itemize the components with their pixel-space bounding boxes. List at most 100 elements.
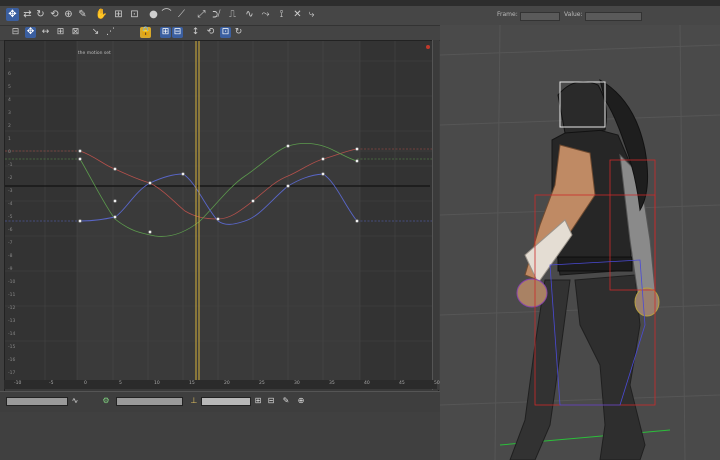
frame-input[interactable]: [6, 397, 68, 406]
isolate-curve-icon[interactable]: ⊡: [220, 27, 231, 38]
y-axis-label: -13: [8, 319, 16, 324]
show-tangents-icon[interactable]: ↘: [90, 27, 101, 38]
y-axis-label: 6: [8, 72, 11, 77]
y-axis-label: -3: [8, 189, 13, 194]
ruler-label: -5: [49, 381, 54, 386]
lock-selection-icon[interactable]: 🔒: [140, 27, 151, 38]
zoom-icon[interactable]: ⊞: [112, 8, 125, 21]
curve-area[interactable]: [5, 41, 438, 381]
y-axis-label: -4: [8, 202, 13, 207]
zoom-selected-icon[interactable]: ⊟: [266, 396, 276, 406]
zoom-view-icon[interactable]: ⊕: [296, 396, 306, 406]
snap-values-icon[interactable]: ⊟: [172, 27, 183, 38]
status-bar: ∿ ⚙ ⊥ ⊞ ⊟ ✎ ⊕: [0, 391, 440, 412]
frame-label: Frame:: [497, 11, 518, 18]
show-keys-icon[interactable]: ⋰: [105, 27, 116, 38]
ease-curve-icon[interactable]: ✕: [291, 8, 304, 21]
red-curve[interactable]: [79, 148, 358, 220]
zoom-extents-icon[interactable]: ⊞: [253, 396, 263, 406]
selection-dropdown[interactable]: [201, 397, 251, 406]
y-axis-label: 3: [8, 111, 11, 116]
auto-tangent-icon[interactable]: ⤳: [259, 8, 272, 21]
pan-icon[interactable]: ✋: [95, 8, 108, 21]
y-axis-label: 7: [8, 59, 11, 64]
ruler-label: 15: [189, 381, 195, 386]
scale-values-icon[interactable]: ⟲: [48, 8, 61, 21]
ruler-label: 0: [84, 381, 87, 386]
3d-viewport[interactable]: [440, 25, 720, 460]
slide-keys-icon[interactable]: ⇄: [21, 8, 34, 21]
zoom-region-icon[interactable]: ⊡: [128, 8, 141, 21]
value-label: Value:: [564, 11, 583, 18]
y-axis-label: -5: [8, 215, 13, 220]
curve-keys[interactable]: [78, 144, 359, 234]
y-axis-label: -16: [8, 358, 16, 363]
ruler-label: 45: [399, 381, 405, 386]
y-axis-label: -10: [8, 280, 16, 285]
curve-type-icon[interactable]: ∿: [70, 396, 80, 406]
smooth-tangent-icon[interactable]: ⌒: [160, 8, 173, 21]
move-keys-tool-icon[interactable]: ✥: [6, 8, 19, 21]
draw-curves-icon[interactable]: ✎: [76, 8, 89, 21]
y-axis-label: -14: [8, 332, 16, 337]
frame-selected-icon[interactable]: ⊠: [70, 27, 81, 38]
y-axis-label: 1: [8, 137, 11, 142]
normalize-icon[interactable]: ↕: [190, 27, 201, 38]
ruler-label: 35: [329, 381, 335, 386]
show-all-curves-icon[interactable]: ↻: [233, 27, 244, 38]
ruler-label: 40: [364, 381, 370, 386]
y-axis-label: -12: [8, 306, 16, 311]
y-axis-label: -17: [8, 371, 16, 376]
y-axis-label: 4: [8, 98, 11, 103]
pivot-icon[interactable]: ⊥: [189, 396, 199, 406]
green-curve[interactable]: [79, 142, 358, 237]
y-axis-label: -1: [8, 163, 13, 168]
y-axis-label: -15: [8, 345, 16, 350]
y-axis-label: -11: [8, 293, 16, 298]
frame-all-icon[interactable]: ⊞: [55, 27, 66, 38]
filter-icon[interactable]: ⊟: [10, 27, 21, 38]
y-axis-label: 0: [8, 150, 11, 155]
select-keys-icon[interactable]: ✥: [25, 27, 36, 38]
curve-editor-toolbar-secondary: ⊟ ✥ ↔ ⊞ ⊠ ↘ ⋰ 🔒 ⊞ ⊟ ↕ ⟲ ⊡ ↻: [0, 26, 440, 41]
y-axis-label: -6: [8, 228, 13, 233]
y-axis-label: 2: [8, 124, 11, 129]
y-axis-label: -7: [8, 241, 13, 246]
viewport-toolbar: Frame: Value:: [440, 6, 720, 25]
character-view: [440, 25, 720, 460]
linear-tangent-icon[interactable]: ⟋: [175, 8, 188, 21]
value-field[interactable]: [585, 12, 642, 21]
frame-field[interactable]: [520, 12, 560, 21]
key-tangent-icon[interactable]: ●: [147, 8, 160, 21]
fast-tangent-icon[interactable]: ⤢: [195, 8, 208, 21]
close-icon[interactable]: [426, 45, 430, 49]
lower-panel: [0, 412, 440, 460]
y-axis-label: -9: [8, 267, 13, 272]
ruler-label: 25: [259, 381, 265, 386]
ruler-label: 30: [294, 381, 300, 386]
y-axis-label: -8: [8, 254, 13, 259]
scale-keys-icon[interactable]: ↻: [34, 8, 47, 21]
snap-frames-icon[interactable]: ⊞: [160, 27, 171, 38]
y-axis-label: 5: [8, 85, 11, 90]
blue-curve[interactable]: [79, 173, 358, 225]
curve-graph[interactable]: Curve representation of the motion set: [4, 40, 439, 392]
ruler-label: 20: [224, 381, 230, 386]
time-ruler[interactable]: -10 -5 0 5 10 15 20 25 30 35 40 45 50: [4, 380, 440, 389]
zoom-horizontal-icon[interactable]: ↔: [40, 27, 51, 38]
ruler-label: 5: [119, 381, 122, 386]
step-tangent-icon[interactable]: ⎍: [226, 8, 239, 21]
pan-view-icon[interactable]: ✎: [281, 396, 291, 406]
add-keys-icon[interactable]: ⊕: [62, 8, 75, 21]
multiplier-curve-icon[interactable]: ⤷: [305, 8, 318, 21]
ruler-label: -10: [14, 381, 22, 386]
key-stats-icon[interactable]: ⚙: [101, 396, 111, 406]
ruler-label: 10: [154, 381, 160, 386]
custom-tangent-icon[interactable]: ⟟: [275, 8, 288, 21]
vertical-scrollbar[interactable]: [432, 40, 439, 390]
value-input[interactable]: [116, 397, 183, 406]
reduce-keys-icon[interactable]: ⟲: [205, 27, 216, 38]
spline-tangent-icon[interactable]: ∿: [243, 8, 256, 21]
slow-tangent-icon[interactable]: ⟉: [210, 8, 223, 21]
curve-editor-toolbar: ✥ ⇄ ↻ ⟲ ⊕ ✎ ✋ ⊞ ⊡ ● ⌒ ⟋ ⤢ ⟉ ⎍ ∿ ⤳ ⟟ ✕ ⤷: [0, 6, 440, 26]
